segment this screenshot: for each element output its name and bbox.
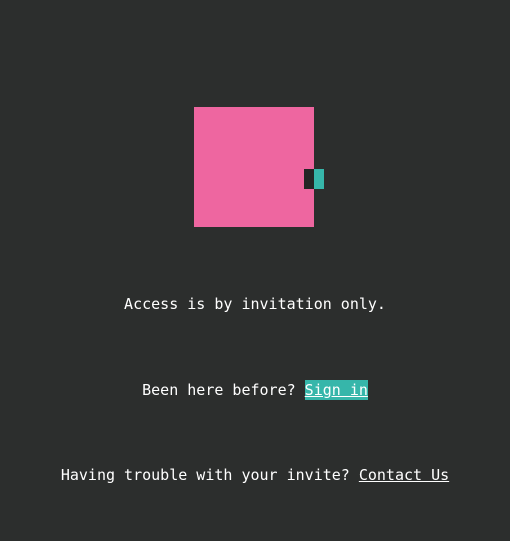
trouble-line: Having trouble with your invite? Contact…	[0, 465, 510, 485]
returning-user-line: Been here before? Sign in	[0, 380, 510, 400]
logo-teal-block	[314, 169, 324, 189]
sign-in-link[interactable]: Sign in	[304, 380, 368, 400]
returning-prefix: Been here before?	[142, 381, 305, 399]
access-message: Access is by invitation only.	[124, 295, 386, 313]
logo-dark-block	[304, 169, 314, 189]
pixel-logo-icon	[194, 107, 324, 227]
contact-us-link[interactable]: Contact Us	[359, 466, 449, 484]
logo-pink-square	[194, 107, 314, 227]
trouble-prefix: Having trouble with your invite?	[60, 466, 359, 484]
